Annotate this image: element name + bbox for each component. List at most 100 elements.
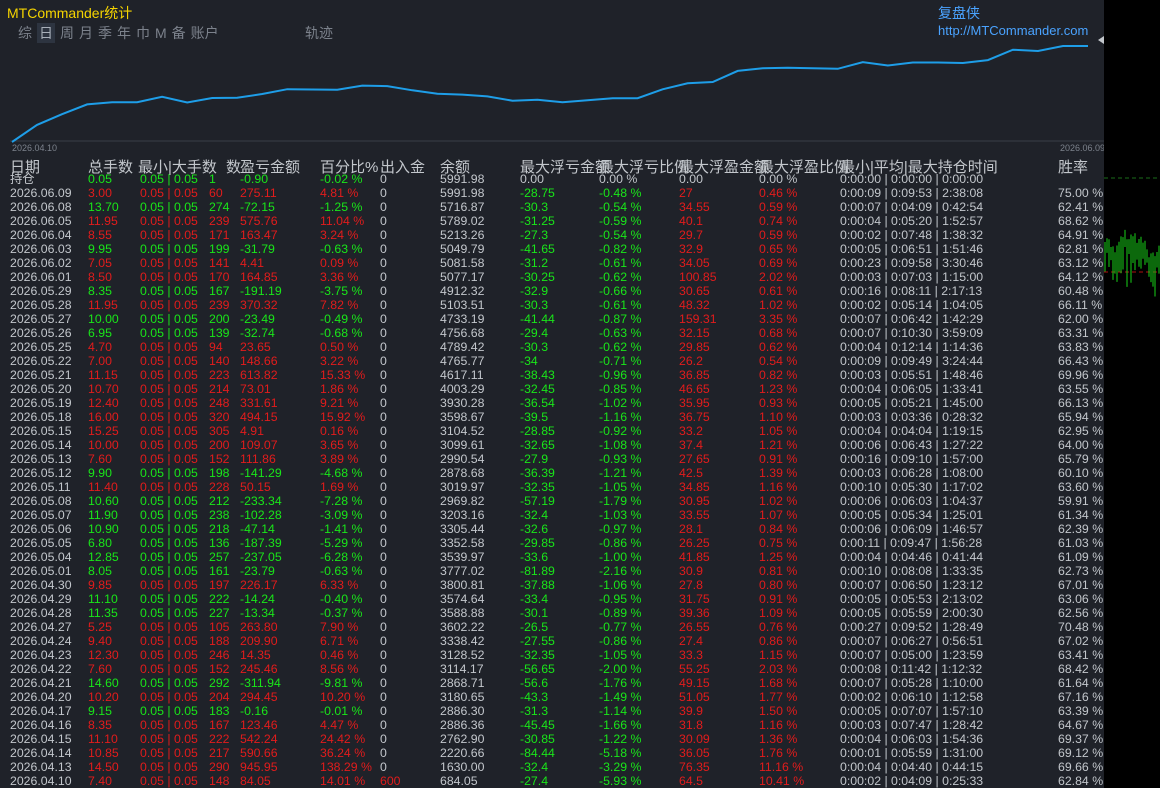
table-row[interactable]: 2026.04.28 11.35 0.05 | 0.05 227 -13.34 -0.37… (0, 606, 1104, 620)
tab-8[interactable]: 备 (172, 23, 186, 43)
table-row[interactable]: 2026.04.10 7.40 0.05 | 0.05 148 84.05 14.01 %… (0, 774, 1104, 788)
cell-balance: 2886.36 (440, 718, 485, 732)
tab-4[interactable]: 季 (98, 23, 112, 43)
table-row[interactable]: 2026.05.01 8.05 0.05 | 0.05 161 -23.79 -0.63 … (0, 564, 1104, 578)
table-row[interactable]: 2026.06.03 9.95 0.05 | 0.05 199 -31.79 -0.63 … (0, 242, 1104, 256)
table-row[interactable]: 2026.05.08 10.60 0.05 | 0.05 212 -233.34 -7.2… (0, 494, 1104, 508)
table-row[interactable]: 2026.05.05 6.80 0.05 | 0.05 136 -187.39 -5.29… (0, 536, 1104, 550)
cell-max-float-profit: 34.05 (679, 256, 710, 270)
table-row[interactable]: 2026.05.11 11.40 0.05 | 0.05 228 50.15 1.69 %… (0, 480, 1104, 494)
cell-win-rate: 61.34 % (1058, 508, 1104, 522)
table-row[interactable]: 2026.05.27 10.00 0.05 | 0.05 200 -23.49 -0.49… (0, 312, 1104, 326)
tab-3[interactable]: 月 (79, 23, 93, 43)
tab-5[interactable]: 年 (117, 23, 131, 43)
table-row[interactable]: 2026.04.21 14.60 0.05 | 0.05 292 -311.94 -9.8… (0, 676, 1104, 690)
cell-count: 292 (209, 676, 230, 690)
brand-link[interactable]: 复盘侠 http://MTCommander.com (938, 3, 1104, 38)
cell-profit-loss: -47.14 (240, 522, 275, 536)
tab-9[interactable]: 账户 (191, 23, 219, 43)
tab-trace[interactable]: 轨迹 (305, 23, 333, 43)
table-row[interactable]: 2026.05.12 9.90 0.05 | 0.05 198 -141.29 -4.68… (0, 466, 1104, 480)
cell-max-float-profit: 34.55 (679, 200, 710, 214)
table-row[interactable]: 2026.04.24 9.40 0.05 | 0.05 188 209.90 6.71 %… (0, 634, 1104, 648)
tab-0[interactable]: 综 (18, 23, 32, 43)
cell-max-float-profit-pct: 1.16 % (759, 718, 798, 732)
cell-min-max: 0.05 | 0.05 (140, 452, 198, 466)
table-row[interactable]: 2026.05.25 4.70 0.05 | 0.05 94 23.65 0.50 % 0 4… (0, 340, 1104, 354)
cell-min-max: 0.05 | 0.05 (140, 340, 198, 354)
cell-max-float-loss-pct: -1.00 % (599, 550, 642, 564)
table-row[interactable]: 2026.05.15 15.25 0.05 | 0.05 305 4.91 0.16 % 0… (0, 424, 1104, 438)
cell-min-max: 0.05 | 0.05 (140, 690, 198, 704)
header-holding-time: 最小|平均|最大持仓时间 (840, 159, 998, 176)
brand-url[interactable]: http://MTCommander.com (938, 23, 1088, 38)
cell-max-float-profit-pct: 0.59 % (759, 228, 798, 242)
table-row[interactable]: 2026.04.15 11.10 0.05 | 0.05 222 542.24 24.42… (0, 732, 1104, 746)
table-row[interactable]: 2026.04.17 9.15 0.05 | 0.05 183 -0.16 -0.01 %… (0, 704, 1104, 718)
header-max-float-loss: 最大浮亏金额 (520, 159, 611, 176)
table-row[interactable]: 2026.05.13 7.60 0.05 | 0.05 152 111.86 3.89 %… (0, 452, 1104, 466)
table-row[interactable]: 2026.04.14 10.85 0.05 | 0.05 217 590.66 36.24… (0, 746, 1104, 760)
table-row[interactable]: 2026.05.29 8.35 0.05 | 0.05 167 -191.19 -3.75… (0, 284, 1104, 298)
cell-date: 2026.05.06 (10, 522, 72, 536)
cell-min-max: 0.05 | 0.05 (140, 242, 198, 256)
cell-lots: 15.25 (88, 424, 119, 438)
table-row[interactable]: 2026.05.22 7.00 0.05 | 0.05 140 148.66 3.22 %… (0, 354, 1104, 368)
cell-count: 141 (209, 256, 230, 270)
cell-min-max: 0.05 | 0.05 (140, 508, 198, 522)
table-row[interactable]: 2026.04.22 7.60 0.05 | 0.05 152 245.46 8.56 %… (0, 662, 1104, 676)
cell-date: 2026.04.21 (10, 676, 72, 690)
cell-max-float-profit-pct: 1.02 % (759, 494, 798, 508)
cell-deposit: 0 (380, 718, 387, 732)
cell-count: 204 (209, 690, 230, 704)
table-row[interactable]: 2026.06.05 11.95 0.05 | 0.05 239 575.76 11.04… (0, 214, 1104, 228)
cell-max-float-profit-pct: 1.07 % (759, 508, 798, 522)
table-row[interactable]: 2026.04.16 8.35 0.05 | 0.05 167 123.46 4.47 %… (0, 718, 1104, 732)
cell-profit-loss: -31.79 (240, 242, 275, 256)
tab-1[interactable]: 日 (37, 23, 55, 43)
cell-balance: 3602.22 (440, 620, 485, 634)
cell-percent: -3.75 % (320, 284, 363, 298)
cell-date: 2026.04.30 (10, 578, 72, 592)
table-row[interactable]: 2026.05.07 11.90 0.05 | 0.05 238 -102.28 -3.0… (0, 508, 1104, 522)
table-row[interactable]: 2026.05.06 10.90 0.05 | 0.05 218 -47.14 -1.41… (0, 522, 1104, 536)
table-row[interactable]: 2026.06.08 13.70 0.05 | 0.05 274 -72.15 -1.25… (0, 200, 1104, 214)
table-row[interactable]: 2026.06.01 8.50 0.05 | 0.05 170 164.85 3.36 %… (0, 270, 1104, 284)
table-row[interactable]: 2026.06.04 8.55 0.05 | 0.05 171 163.47 3.24 %… (0, 228, 1104, 242)
cell-count: 305 (209, 424, 230, 438)
cell-balance: 4765.77 (440, 354, 485, 368)
cell-deposit: 0 (380, 508, 387, 522)
table-row[interactable]: 2026.06.02 7.05 0.05 | 0.05 141 4.41 0.09 % 0 5… (0, 256, 1104, 270)
cell-max-float-loss-pct: -0.54 % (599, 228, 642, 242)
cell-lots: 9.95 (88, 242, 112, 256)
table-row[interactable]: 2026.05.04 12.85 0.05 | 0.05 257 -237.05 -6.2… (0, 550, 1104, 564)
table-row[interactable]: 2026.04.29 11.10 0.05 | 0.05 222 -14.24 -0.40… (0, 592, 1104, 606)
table-row[interactable]: 2026.04.23 12.30 0.05 | 0.05 246 14.35 0.46 %… (0, 648, 1104, 662)
tab-7[interactable]: M (155, 25, 167, 41)
tab-6[interactable]: 巾 (136, 23, 150, 43)
table-row[interactable]: 2026.05.20 10.70 0.05 | 0.05 214 73.01 1.86 %… (0, 382, 1104, 396)
cell-win-rate: 64.12 % (1058, 270, 1104, 284)
table-row[interactable]: 2026.04.20 10.20 0.05 | 0.05 204 294.45 10.20… (0, 690, 1104, 704)
table-row[interactable]: 2026.05.19 12.40 0.05 | 0.05 248 331.61 9.21 … (0, 396, 1104, 410)
table-row[interactable]: 2026.04.30 9.85 0.05 | 0.05 197 226.17 6.33 %… (0, 578, 1104, 592)
table-row[interactable]: 2026.05.18 16.00 0.05 | 0.05 320 494.15 15.92… (0, 410, 1104, 424)
cell-count: 188 (209, 634, 230, 648)
table-row[interactable]: 2026.05.21 11.15 0.05 | 0.05 223 613.82 15.33… (0, 368, 1104, 382)
table-row[interactable]: 2026.05.28 11.95 0.05 | 0.05 239 370.32 7.82 … (0, 298, 1104, 312)
table-row[interactable]: 2026.05.26 6.95 0.05 | 0.05 139 -32.74 -0.68 … (0, 326, 1104, 340)
tab-2[interactable]: 周 (60, 23, 74, 43)
table-row[interactable]: 2026.04.13 14.50 0.05 | 0.05 290 945.95 138.2… (0, 760, 1104, 774)
cell-holding-time: 0:00:10 | 0:08:08 | 1:33:35 (840, 564, 984, 578)
holding-row[interactable]: 持仓 0.05 0.05 | 0.05 1 -0.90 -0.02 % 0 59… (0, 172, 1104, 186)
cell-count: 290 (209, 760, 230, 774)
cell-deposit: 0 (380, 466, 387, 480)
cell-holding-time: 0:00:09 | 0:09:53 | 2:38:08 (840, 186, 984, 200)
table-row[interactable]: 2026.06.09 3.00 0.05 | 0.05 60 275.11 4.81 % 0… (0, 186, 1104, 200)
cell-balance: 4733.19 (440, 312, 485, 326)
cell-win-rate: 61.03 % (1058, 536, 1104, 550)
table-row[interactable]: 2026.05.14 10.00 0.05 | 0.05 200 109.07 3.65 … (0, 438, 1104, 452)
cell-max-float-profit-pct: 1.36 % (759, 732, 798, 746)
table-row[interactable]: 2026.04.27 5.25 0.05 | 0.05 105 263.80 7.90 %… (0, 620, 1104, 634)
cell-min-max: 0.05 | 0.05 (140, 564, 198, 578)
